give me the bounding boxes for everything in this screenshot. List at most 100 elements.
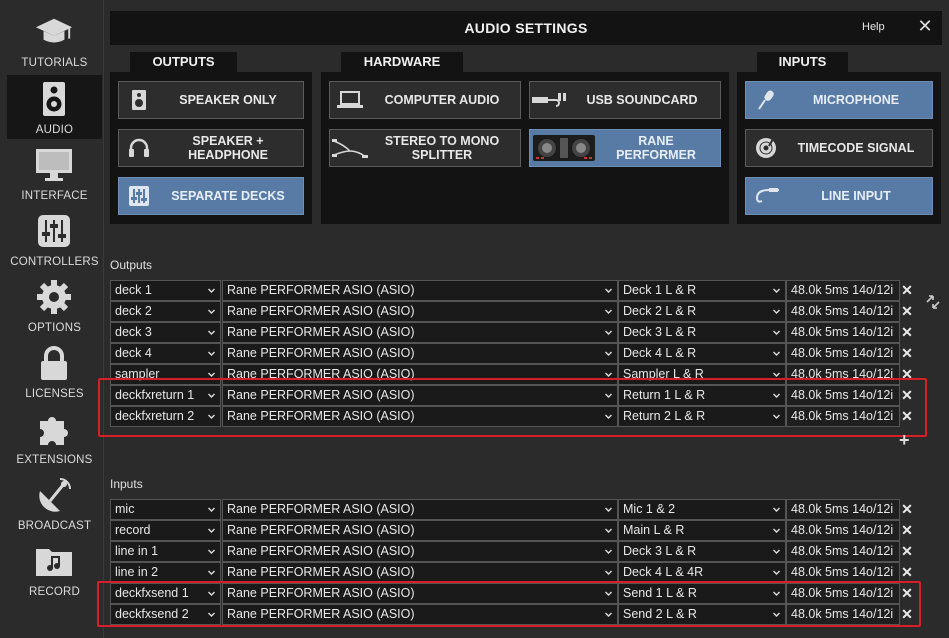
outputs-group: SPEAKER ONLY SPEAKER + HEADPHONE SEPARAT… [110, 72, 312, 224]
channel-select[interactable]: Deck 4 L & R [618, 343, 786, 364]
device-select[interactable]: Rane PERFORMER ASIO (ASIO) [222, 562, 618, 583]
speaker-only-button[interactable]: SPEAKER ONLY [118, 81, 304, 119]
speaker-headphone-button[interactable]: SPEAKER + HEADPHONE [118, 129, 304, 167]
device-select[interactable]: Rane PERFORMER ASIO (ASIO) [222, 499, 618, 520]
chevron-down-icon [208, 549, 215, 554]
lock-icon [35, 345, 73, 381]
device-select[interactable]: Rane PERFORMER ASIO (ASIO) [222, 322, 618, 343]
sidebar-item-label: INTERFACE [21, 190, 88, 202]
output-name-select[interactable]: deck 1 [110, 280, 221, 301]
close-icon[interactable]: ✕ [916, 16, 934, 36]
remove-row-icon[interactable]: ✕ [901, 345, 913, 361]
channel-select[interactable]: Deck 1 L & R [618, 280, 786, 301]
device-select[interactable]: Rane PERFORMER ASIO (ASIO) [222, 541, 618, 562]
stereo-to-mono-splitter-button[interactable]: STEREO TO MONO SPLITTER [329, 129, 521, 167]
device-info: 48.0k 5ms 14o/12i [786, 562, 900, 583]
input-name-select[interactable]: line in 1 [110, 541, 221, 562]
timecode-signal-button[interactable]: TIMECODE SIGNAL [745, 129, 933, 167]
outputs-section-label: Outputs [110, 258, 153, 272]
output-name-select[interactable]: deck 3 [110, 322, 221, 343]
remove-row-icon[interactable]: ✕ [901, 282, 913, 298]
device-select[interactable]: Rane PERFORMER ASIO (ASIO) [222, 520, 618, 541]
chevron-down-icon [208, 288, 215, 293]
dj-controller-icon [530, 133, 598, 163]
sidebar-item-label: TUTORIALS [21, 57, 88, 69]
chevron-down-icon [773, 507, 780, 512]
line-input-button[interactable]: LINE INPUT [745, 177, 933, 215]
chevron-down-icon [773, 288, 780, 293]
sidebar-item-label: EXTENSIONS [16, 454, 93, 466]
device-select[interactable]: Rane PERFORMER ASIO (ASIO) [222, 343, 618, 364]
device-info: 48.0k 5ms 14o/12i [786, 322, 900, 343]
chevron-down-icon [773, 549, 780, 554]
chevron-down-icon [773, 372, 780, 377]
chevron-down-icon [208, 330, 215, 335]
input-name-select[interactable]: record [110, 520, 221, 541]
button-label: COMPUTER AUDIO [384, 93, 500, 107]
chevron-down-icon [605, 528, 612, 533]
chevron-down-icon [773, 570, 780, 575]
sidebar-item-controllers[interactable]: CONTROLLERS [7, 207, 102, 271]
rane-performer-button[interactable]: RANE PERFORMER [529, 129, 721, 167]
add-output-icon[interactable]: + [899, 430, 910, 451]
output-name-select[interactable]: deck 2 [110, 301, 221, 322]
sidebar-item-audio[interactable]: AUDIO [7, 75, 102, 139]
sidebar-item-extensions[interactable]: EXTENSIONS [7, 405, 102, 469]
button-label: RANE PERFORMER [616, 134, 696, 162]
sidebar-item-broadcast[interactable]: BROADCAST [7, 471, 102, 535]
device-select[interactable]: Rane PERFORMER ASIO (ASIO) [222, 280, 618, 301]
input-name-select[interactable]: mic [110, 499, 221, 520]
speaker-icon [119, 90, 159, 110]
chevron-down-icon [773, 528, 780, 533]
button-label: TIMECODE SIGNAL [797, 141, 915, 155]
remove-row-icon[interactable]: ✕ [901, 324, 913, 340]
channel-select[interactable]: Deck 3 L & R [618, 541, 786, 562]
button-label: SEPARATE DECKS [171, 189, 285, 203]
chevron-down-icon [208, 309, 215, 314]
sidebar-item-licenses[interactable]: LICENSES [7, 339, 102, 403]
button-label: SPEAKER ONLY [179, 93, 277, 107]
remove-row-icon[interactable]: ✕ [901, 522, 913, 538]
channel-select[interactable]: Mic 1 & 2 [618, 499, 786, 520]
device-select[interactable]: Rane PERFORMER ASIO (ASIO) [222, 301, 618, 322]
sidebar-item-label: CONTROLLERS [10, 256, 99, 268]
computer-audio-button[interactable]: COMPUTER AUDIO [329, 81, 521, 119]
separate-decks-button[interactable]: SEPARATE DECKS [118, 177, 304, 215]
monitor-icon [35, 147, 73, 183]
header-bar: AUDIO SETTINGS Help ✕ [110, 11, 942, 45]
button-label: USB SOUNDCARD [586, 93, 698, 107]
highlight-box-fx-returns [98, 378, 927, 437]
button-label: MICROPHONE [812, 93, 900, 107]
satellite-dish-icon [35, 477, 73, 513]
channel-select[interactable]: Deck 3 L & R [618, 322, 786, 343]
channel-select[interactable]: Main L & R [618, 520, 786, 541]
highlight-box-fx-sends [97, 581, 921, 627]
channel-select[interactable]: Deck 4 L & 4R [618, 562, 786, 583]
sidebar-item-interface[interactable]: INTERFACE [7, 141, 102, 205]
help-link[interactable]: Help [862, 21, 885, 33]
channel-select[interactable]: Deck 2 L & R [618, 301, 786, 322]
collapse-arrows-icon[interactable] [925, 294, 941, 310]
mixer-icon [119, 186, 159, 206]
sidebar: TUTORIALS AUDIO INTERFACE CONTROLLERS OP… [0, 0, 104, 638]
remove-row-icon[interactable]: ✕ [901, 303, 913, 319]
remove-row-icon[interactable]: ✕ [901, 543, 913, 559]
chevron-down-icon [208, 570, 215, 575]
microphone-button[interactable]: MICROPHONE [745, 81, 933, 119]
remove-row-icon[interactable]: ✕ [901, 564, 913, 580]
chevron-down-icon [773, 330, 780, 335]
usb-soundcard-button[interactable]: USB SOUNDCARD [529, 81, 721, 119]
input-name-select[interactable]: line in 2 [110, 562, 221, 583]
sidebar-item-tutorials[interactable]: TUTORIALS [7, 8, 102, 72]
output-name-select[interactable]: deck 4 [110, 343, 221, 364]
chevron-down-icon [605, 549, 612, 554]
sidebar-item-record[interactable]: RECORD [7, 537, 102, 601]
inputs-group-tab: INPUTS [757, 52, 848, 72]
inputs-section-label: Inputs [110, 477, 143, 491]
microphone-icon [746, 90, 786, 110]
chevron-down-icon [773, 309, 780, 314]
remove-row-icon[interactable]: ✕ [901, 501, 913, 517]
inputs-group: MICROPHONE TIMECODE SIGNAL LINE INPUT [737, 72, 941, 224]
chevron-down-icon [208, 507, 215, 512]
sidebar-item-options[interactable]: OPTIONS [7, 273, 102, 337]
